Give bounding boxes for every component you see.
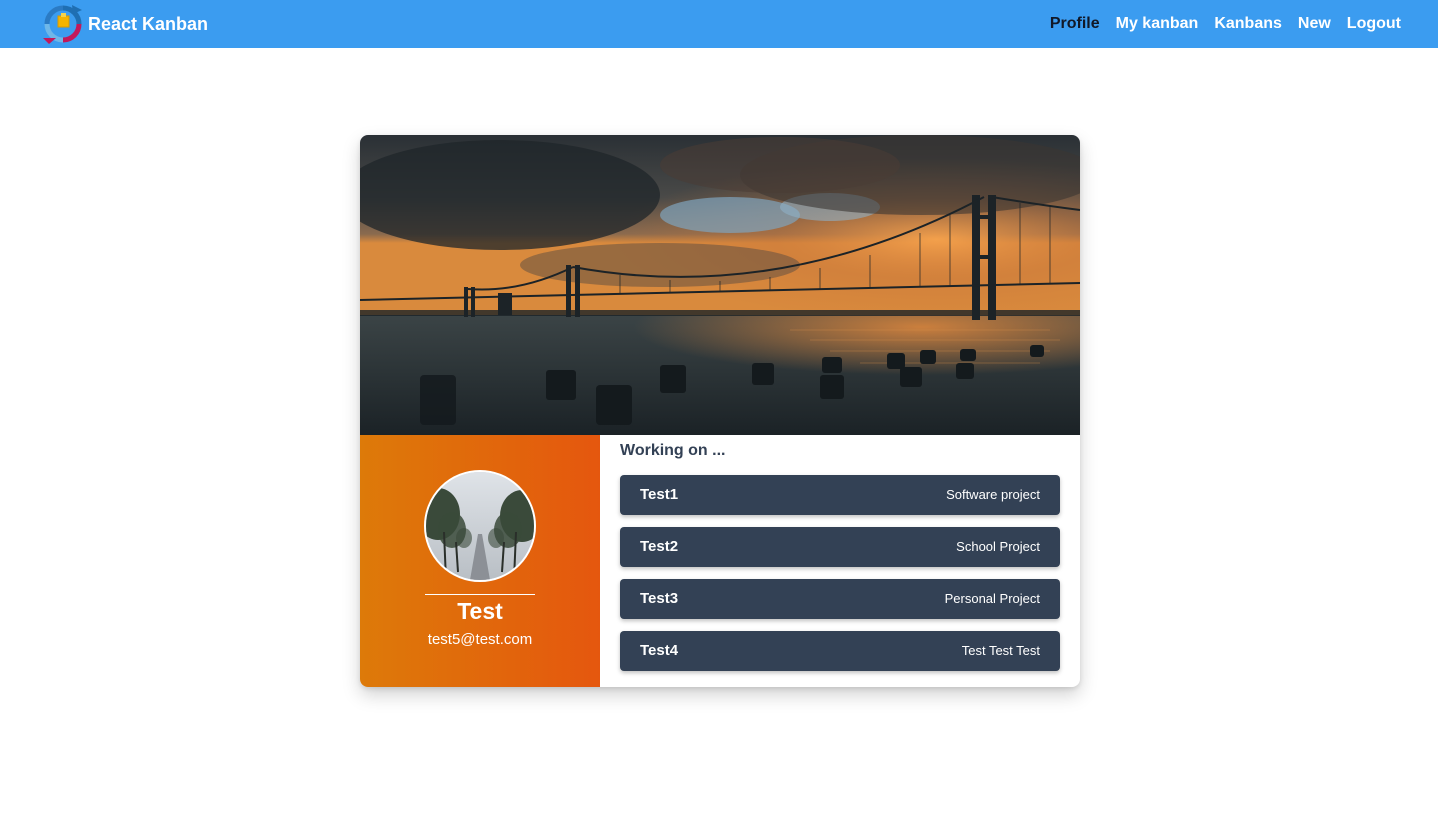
nav-kanbans[interactable]: Kanbans — [1214, 15, 1282, 33]
projects-panel: Working on ... Test1 Software project Te… — [600, 435, 1080, 687]
project-name: Test3 — [640, 590, 679, 607]
nav-my-kanban[interactable]: My kanban — [1116, 15, 1199, 33]
profile-sidebar: Test test5@test.com — [360, 435, 600, 687]
avatar-divider — [425, 594, 535, 595]
project-name: Test1 — [640, 486, 679, 503]
user-name: Test — [457, 598, 503, 624]
projects-heading: Working on ... — [620, 442, 726, 459]
project-description: School Project — [956, 539, 1040, 554]
profile-card: Test test5@test.com Working on ... Test1… — [360, 135, 1080, 687]
nav-new[interactable]: New — [1298, 15, 1331, 33]
user-email: test5@test.com — [427, 631, 533, 648]
nav-links: Profile My kanban Kanbans New Logout — [1034, 0, 1401, 48]
project-name: Test2 — [640, 538, 679, 555]
recycle-arrows-box-icon — [43, 5, 82, 44]
cover-image — [360, 135, 1080, 435]
project-item[interactable]: Test1 Software project — [620, 475, 1060, 515]
navbar: React Kanban Profile My kanban Kanbans N… — [0, 0, 1438, 48]
project-description: Test Test Test — [961, 643, 1040, 658]
project-name: Test4 — [640, 642, 679, 659]
nav-logout[interactable]: Logout — [1347, 15, 1401, 33]
project-item[interactable]: Test2 School Project — [620, 527, 1060, 567]
avatar — [424, 470, 536, 582]
nav-profile[interactable]: Profile — [1050, 15, 1100, 33]
project-item[interactable]: Test4 Test Test Test — [620, 631, 1060, 671]
app-title: React Kanban — [88, 13, 209, 34]
brand-link[interactable]: React Kanban — [42, 4, 208, 44]
project-description: Personal Project — [944, 591, 1040, 606]
project-item[interactable]: Test3 Personal Project — [620, 579, 1060, 619]
project-description: Software project — [946, 487, 1040, 502]
